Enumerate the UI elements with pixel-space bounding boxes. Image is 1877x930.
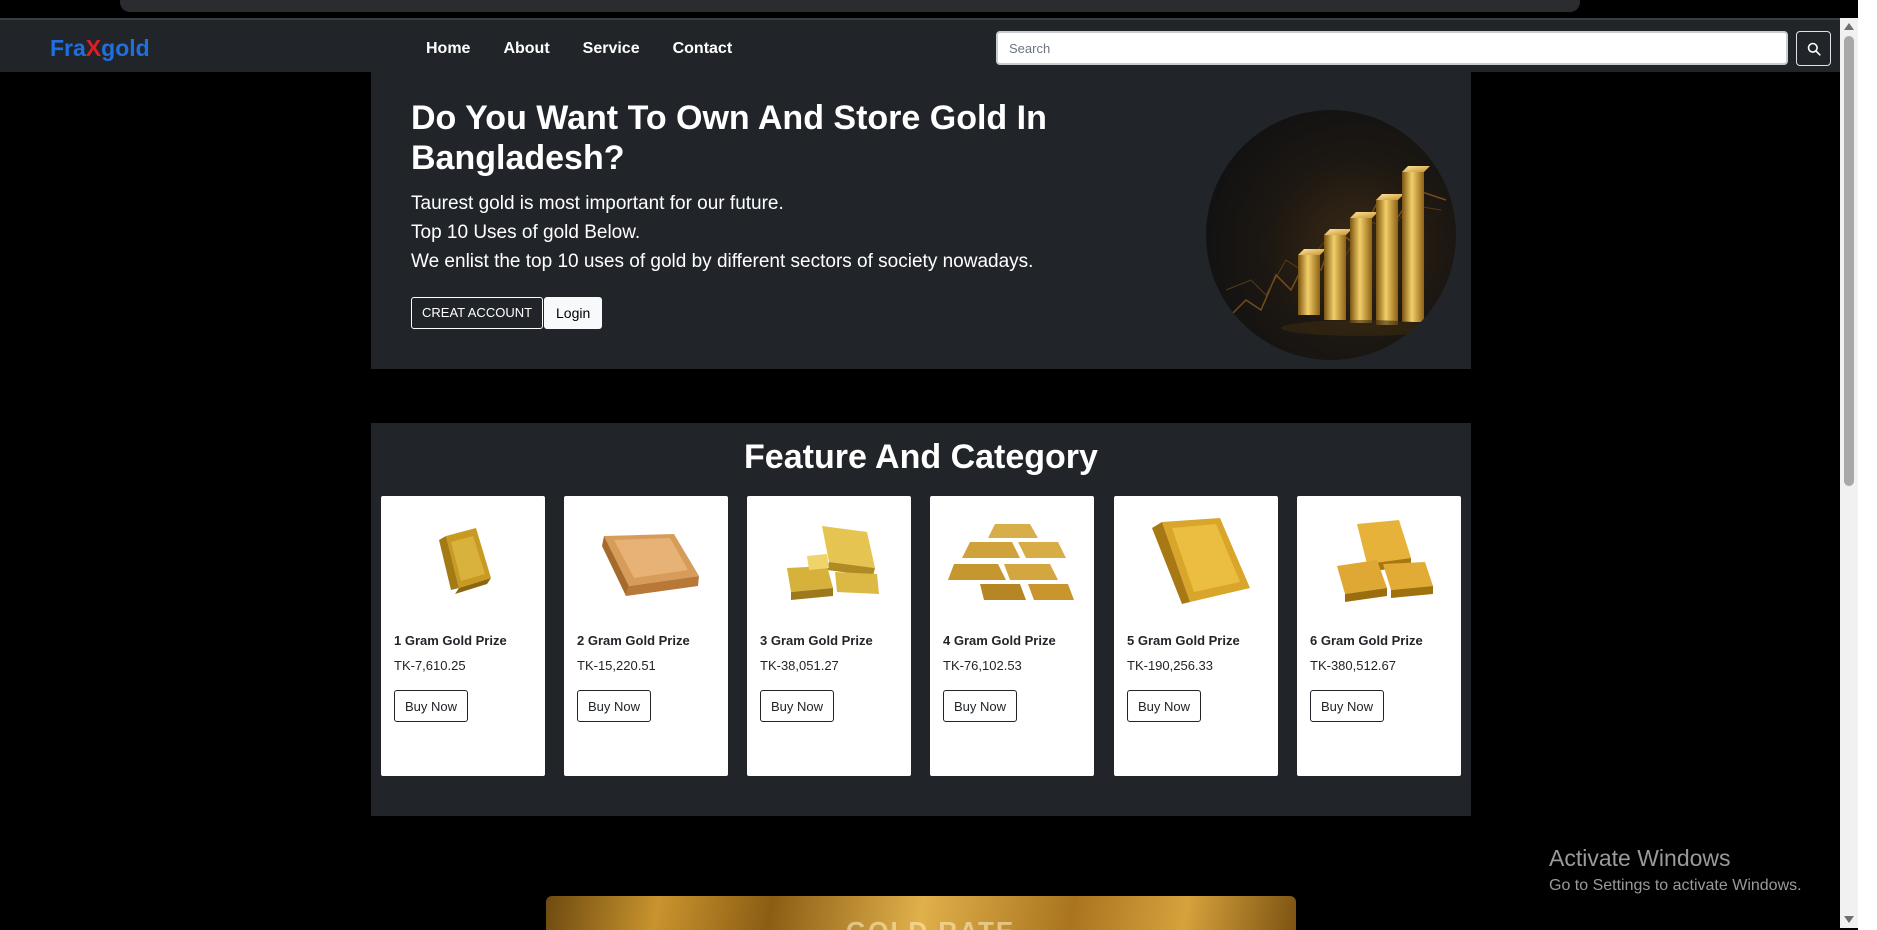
brand-part3: gold	[101, 35, 150, 61]
gold-bar-image	[1307, 506, 1451, 618]
buy-now-button[interactable]: Buy Now	[1127, 690, 1202, 722]
gold-bar-image	[574, 506, 718, 618]
buy-now-button[interactable]: Buy Now	[943, 690, 1018, 722]
create-account-button[interactable]: CREAT ACCOUNT	[411, 297, 544, 329]
feature-title: Feature And Category	[744, 438, 1098, 476]
gold-bar-image	[391, 506, 535, 618]
scroll-down-arrow-icon[interactable]	[1844, 916, 1854, 923]
hero-line-1: Taurest gold is most important for our f…	[411, 193, 784, 214]
navbar: FraXgold Home About Service Contact	[0, 18, 1840, 72]
hero-line-3: We enlist the top 10 uses of gold by dif…	[411, 251, 1034, 272]
gold-bar-image	[1124, 506, 1268, 618]
card-title: 6 Gram Gold Prize	[1310, 633, 1423, 648]
scroll-up-arrow-icon[interactable]	[1844, 23, 1854, 30]
product-card: 3 Gram Gold Prize TK-38,051.27 Buy Now	[747, 496, 911, 776]
product-card: 1 Gram Gold Prize TK-7,610.25 Buy Now	[381, 496, 545, 776]
login-button[interactable]: Login	[544, 297, 603, 329]
hero-title: Do You Want To Own And Store Gold In Ban…	[411, 99, 1047, 177]
card-title: 1 Gram Gold Prize	[394, 633, 507, 648]
address-bar[interactable]	[120, 0, 1580, 12]
browser-chrome	[0, 0, 1877, 18]
search-button[interactable]	[1796, 31, 1831, 66]
card-price: TK-190,256.33	[1127, 658, 1214, 673]
banner-title: GOLD RATE	[846, 916, 1015, 930]
nav-link-home[interactable]: Home	[426, 40, 470, 58]
buy-now-button[interactable]: Buy Now	[760, 690, 835, 722]
product-card: 5 Gram Gold Prize TK-190,256.33 Buy Now	[1114, 496, 1278, 776]
brand-part2: X	[85, 35, 102, 61]
gold-rate-banner: GOLD RATE	[546, 896, 1296, 930]
feature-section: Feature And Category 1 Gram Gold Prize T…	[371, 423, 1471, 816]
scroll-thumb[interactable]	[1844, 36, 1854, 486]
card-title: 2 Gram Gold Prize	[577, 633, 690, 648]
hero-section: Do You Want To Own And Store Gold In Ban…	[371, 72, 1471, 369]
card-title: 3 Gram Gold Prize	[760, 633, 873, 648]
search-icon	[1807, 42, 1821, 56]
gold-chart-image	[1206, 110, 1456, 360]
buy-now-button[interactable]: Buy Now	[1310, 690, 1385, 722]
card-price: TK-38,051.27	[760, 658, 839, 673]
product-card: 4 Gram Gold Prize TK-76,102.53 Buy Now	[930, 496, 1094, 776]
window-edge	[1858, 0, 1877, 930]
search-input[interactable]	[996, 31, 1788, 65]
nav-link-contact[interactable]: Contact	[673, 40, 733, 58]
nav-link-service[interactable]: Service	[583, 40, 640, 58]
page-scrollbar[interactable]	[1840, 18, 1858, 928]
brand-logo[interactable]: FraXgold	[50, 35, 150, 62]
watermark-subtitle: Go to Settings to activate Windows.	[1549, 877, 1802, 894]
card-price: TK-15,220.51	[577, 658, 656, 673]
gold-bar-image	[940, 506, 1084, 618]
gold-bar-image	[757, 506, 901, 618]
card-price: TK-380,512.67	[1310, 658, 1397, 673]
nav-links: Home About Service Contact	[426, 40, 765, 58]
product-card: 2 Gram Gold Prize TK-15,220.51 Buy Now	[564, 496, 728, 776]
card-price: TK-76,102.53	[943, 658, 1022, 673]
watermark-title: Activate Windows	[1549, 845, 1731, 871]
card-title: 5 Gram Gold Prize	[1127, 633, 1240, 648]
brand-part1: Fra	[50, 35, 86, 61]
card-price: TK-7,610.25	[394, 658, 466, 673]
product-card: 6 Gram Gold Prize TK-380,512.67 Buy Now	[1297, 496, 1461, 776]
buy-now-button[interactable]: Buy Now	[577, 690, 652, 722]
nav-link-about[interactable]: About	[503, 40, 549, 58]
buy-now-button[interactable]: Buy Now	[394, 690, 469, 722]
hero-line-2: Top 10 Uses of gold Below.	[411, 222, 641, 243]
card-title: 4 Gram Gold Prize	[943, 633, 1056, 648]
windows-activation-watermark: Activate Windows Go to Settings to activ…	[1549, 845, 1802, 895]
